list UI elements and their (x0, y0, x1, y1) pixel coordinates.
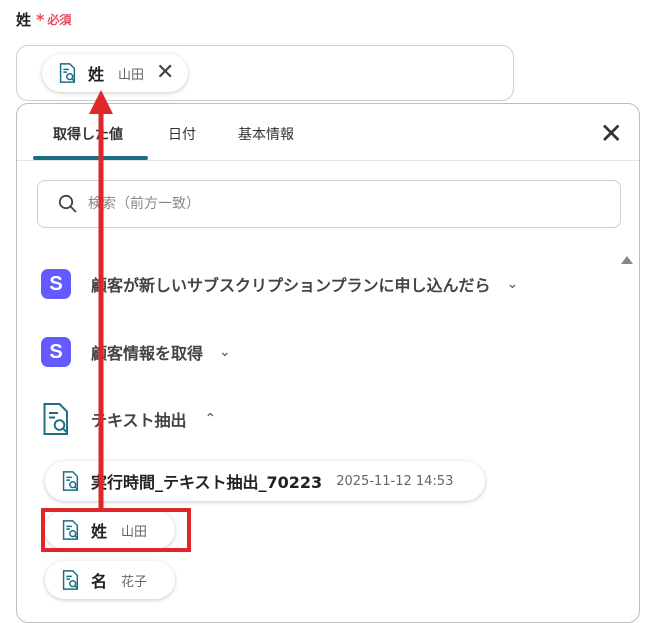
search-icon (58, 194, 78, 214)
item-key: 名 (91, 572, 108, 591)
field-label-text: 姓 (16, 11, 32, 29)
chevron-down-icon: ⌄ (219, 344, 231, 360)
document-search-icon (59, 569, 81, 591)
tab-acquired-values[interactable]: 取得した値 (53, 124, 123, 144)
tab-bar: 取得した値 日付 基本情報 (17, 104, 639, 161)
group-title: テキスト抽出 (91, 411, 187, 430)
close-icon[interactable]: ✕ (156, 62, 174, 84)
document-search-icon (56, 62, 78, 84)
active-tab-indicator (33, 156, 148, 160)
list-item-first-name[interactable]: 名 花子 (45, 561, 176, 599)
required-star: * (36, 10, 45, 29)
chevron-down-icon: ⌄ (506, 276, 519, 292)
search-box[interactable] (37, 180, 621, 228)
close-icon[interactable]: ✕ (600, 120, 623, 148)
search-input[interactable] (86, 195, 570, 213)
field-label: 姓 * 必須 (16, 9, 71, 30)
group-get-customer[interactable]: S 顧客情報を取得 ⌄ (41, 337, 231, 367)
selected-value-chip[interactable]: 姓 山田 ✕ (42, 54, 189, 92)
list-item-execution-time[interactable]: 実行時間_テキスト抽出_70223 2025-11-12 14:53 (45, 461, 486, 501)
chip-key: 姓 (88, 65, 105, 84)
annotation-highlight-box (41, 508, 191, 552)
scroll-up-arrow-icon[interactable] (621, 256, 633, 264)
required-text: 必須 (47, 13, 72, 27)
item-value: 2025-11-12 14:53 (336, 473, 454, 489)
group-title: 顧客が新しいサブスクリプションプランに申し込んだら (91, 276, 491, 295)
group-subscription-trigger[interactable]: S 顧客が新しいサブスクリプションプランに申し込んだら ⌄ (41, 269, 518, 299)
item-key: 実行時間_テキスト抽出_70223 (91, 473, 323, 492)
tab-basic-info[interactable]: 基本情報 (238, 124, 294, 144)
stripe-s-icon: S (41, 269, 71, 299)
item-value: 花子 (121, 574, 148, 590)
stripe-s-icon: S (41, 337, 71, 367)
document-search-icon (59, 470, 81, 492)
tab-date[interactable]: 日付 (168, 124, 196, 144)
group-text-extraction[interactable]: テキスト抽出 ⌃ (37, 401, 216, 437)
group-title: 顧客情報を取得 (91, 344, 204, 363)
document-search-icon (37, 401, 73, 437)
chevron-up-icon: ⌃ (204, 411, 217, 427)
chip-value: 山田 (118, 67, 145, 83)
